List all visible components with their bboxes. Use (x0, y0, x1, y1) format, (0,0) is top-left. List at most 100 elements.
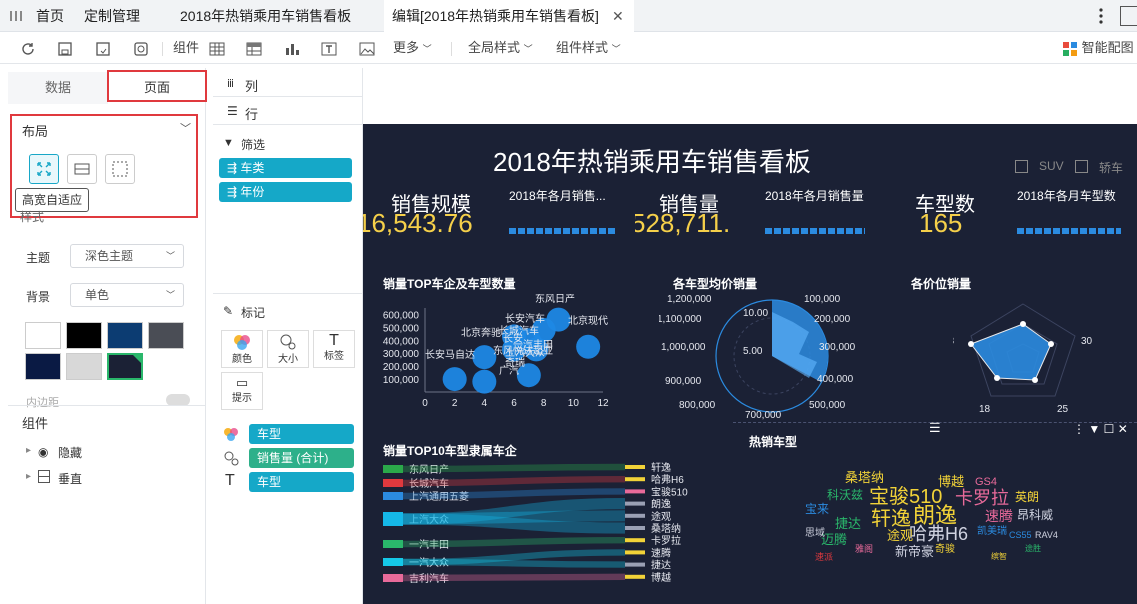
color-swatch[interactable] (66, 322, 102, 349)
mark-field-pill[interactable]: 车型 (249, 472, 354, 492)
grid-menu-icon[interactable] (9, 9, 23, 23)
filter-pill[interactable]: ⇶ 车类 (219, 158, 352, 178)
more-dropdown[interactable]: 更多 ﹀ (393, 38, 432, 58)
color-swatch[interactable] (25, 353, 61, 380)
sankey-node[interactable] (625, 501, 645, 506)
sankey-node[interactable] (383, 512, 403, 526)
word-cloud-word[interactable]: 宝来 (805, 503, 829, 515)
word-cloud-word[interactable]: 桑塔纳 (845, 471, 884, 484)
sankey-node[interactable] (383, 479, 403, 487)
preview-icon[interactable] (133, 38, 149, 58)
tooltip-mark-button[interactable]: ▭ 提示 (221, 372, 263, 410)
more-vertical-icon[interactable]: ⋮ (1073, 422, 1085, 436)
word-cloud-word[interactable]: 缤智 (991, 553, 1007, 561)
sankey-node[interactable] (383, 492, 403, 500)
color-swatch-selected[interactable] (107, 353, 143, 380)
scatter-point[interactable] (472, 369, 497, 394)
save-icon[interactable] (57, 38, 73, 58)
word-cloud-word[interactable]: 奇骏 (935, 545, 955, 555)
save-as-icon[interactable] (95, 38, 111, 58)
word-cloud-word[interactable]: 新帝豪 (895, 545, 934, 558)
sankey-node[interactable] (625, 526, 645, 530)
sankey-node[interactable] (383, 558, 403, 566)
tab-board[interactable]: 2018年热销乘用车销售看板 (180, 0, 351, 32)
scatter-point[interactable] (576, 334, 601, 359)
global-style-dropdown[interactable]: 全局样式 ﹀ (468, 38, 533, 58)
word-cloud-word[interactable]: 凯美瑞 (977, 527, 1007, 537)
tab-data[interactable]: 数据 (8, 72, 108, 104)
theme-select[interactable]: 深色主题 ﹀ (70, 244, 184, 268)
more-vertical-icon[interactable] (1096, 6, 1106, 26)
word-cloud-word[interactable]: GS4 (975, 477, 997, 488)
tab-custom[interactable]: 定制管理 (84, 0, 140, 32)
word-cloud-word[interactable]: 英朗 (1015, 491, 1039, 503)
color-swatch[interactable] (25, 322, 61, 349)
filter-pill[interactable]: ⇶ 年份 (219, 182, 352, 202)
table-icon[interactable] (209, 38, 225, 58)
image-icon[interactable] (359, 38, 375, 58)
word-cloud-word[interactable]: RAV4 (1035, 531, 1058, 540)
sankey-node[interactable] (625, 562, 645, 567)
word-cloud-word[interactable]: 途观 (887, 529, 913, 542)
scatter-point[interactable] (546, 307, 571, 332)
crosstab-icon[interactable] (246, 38, 262, 58)
color-swatch[interactable] (66, 353, 102, 380)
mark-field-pill[interactable]: 销售量 (合计) (249, 448, 354, 468)
sankey-node[interactable] (625, 538, 645, 543)
component-style-dropdown[interactable]: 组件样式 ﹀ (556, 38, 621, 58)
tree-item-vertical[interactable]: 垂直 (58, 470, 82, 487)
scatter-point[interactable] (442, 367, 467, 392)
sankey-node[interactable] (625, 550, 645, 555)
size-mark-button[interactable]: 大小 (267, 330, 309, 368)
fit-width-button[interactable] (67, 154, 97, 184)
color-swatch[interactable] (107, 322, 143, 349)
tab-page[interactable]: 页面 (107, 70, 207, 102)
mark-field-pill[interactable]: 车型 (249, 424, 354, 444)
filter-icon[interactable]: ▼ (1088, 422, 1100, 436)
word-cloud-word[interactable]: 卡罗拉 (955, 489, 1009, 507)
label-mark-button[interactable]: T 标签 (313, 330, 355, 368)
word-cloud-word[interactable]: 速派 (815, 553, 833, 562)
word-cloud-word[interactable]: 昂科威 (1017, 509, 1053, 521)
sankey-node[interactable] (383, 574, 403, 582)
text-icon[interactable] (321, 38, 337, 58)
word-cloud-word[interactable]: 博越 (938, 475, 964, 488)
close-icon[interactable]: ✕ (1118, 422, 1128, 436)
sankey-node[interactable] (625, 513, 645, 518)
fit-width-height-button[interactable] (29, 154, 59, 184)
sankey-node[interactable] (625, 489, 645, 494)
color-swatch[interactable] (148, 322, 184, 349)
window-icon[interactable] (1120, 6, 1137, 26)
chevron-down-icon[interactable]: ﹀ (180, 120, 191, 136)
word-cloud-word[interactable]: 轩逸 (871, 509, 911, 529)
bar-chart-icon[interactable] (284, 38, 300, 58)
word-cloud-word[interactable]: 科沃兹 (827, 489, 863, 501)
sankey-node[interactable] (383, 465, 403, 473)
word-cloud-word[interactable]: 哈弗H6 (909, 525, 968, 543)
expand-arrow-icon[interactable]: ▸ (26, 445, 31, 456)
sankey-node[interactable] (625, 477, 645, 482)
sankey-node[interactable] (625, 465, 645, 469)
sankey-node[interactable] (625, 574, 645, 579)
sankey-node[interactable] (383, 540, 403, 548)
word-cloud-word[interactable]: 雅阁 (855, 545, 873, 554)
actual-size-button[interactable] (105, 154, 135, 184)
expand-arrow-icon[interactable]: ▸ (26, 471, 31, 482)
word-cloud-word[interactable]: 途胜 (1025, 545, 1041, 553)
color-mark-button[interactable]: 颜色 (221, 330, 263, 368)
tree-item-hidden[interactable]: 隐藏 (58, 444, 82, 461)
background-select[interactable]: 单色 ﹀ (70, 283, 184, 307)
legend-checkbox[interactable] (1075, 160, 1088, 173)
word-cloud-word[interactable]: 捷达 (835, 517, 861, 530)
word-cloud-word[interactable]: 思域 (805, 529, 825, 539)
word-cloud-word[interactable]: CS55 (1009, 531, 1032, 540)
tab-home[interactable]: 首页 (36, 0, 64, 32)
smart-chart-button[interactable]: 智能配图 (1062, 38, 1137, 58)
maximize-icon[interactable]: ☐ (1104, 422, 1115, 436)
tab-edit[interactable]: 编辑[2018年热销乘用车销售看板] ✕ (384, 0, 634, 32)
dashboard-canvas: 2018年热销乘用车销售看板 SUV 轿车 销售规模 16,543.76 销售量… (363, 124, 1137, 604)
refresh-icon[interactable] (20, 38, 36, 58)
legend-checkbox[interactable] (1015, 160, 1028, 173)
close-icon[interactable]: ✕ (612, 0, 624, 32)
word-cloud-word[interactable]: 速腾 (985, 509, 1013, 523)
